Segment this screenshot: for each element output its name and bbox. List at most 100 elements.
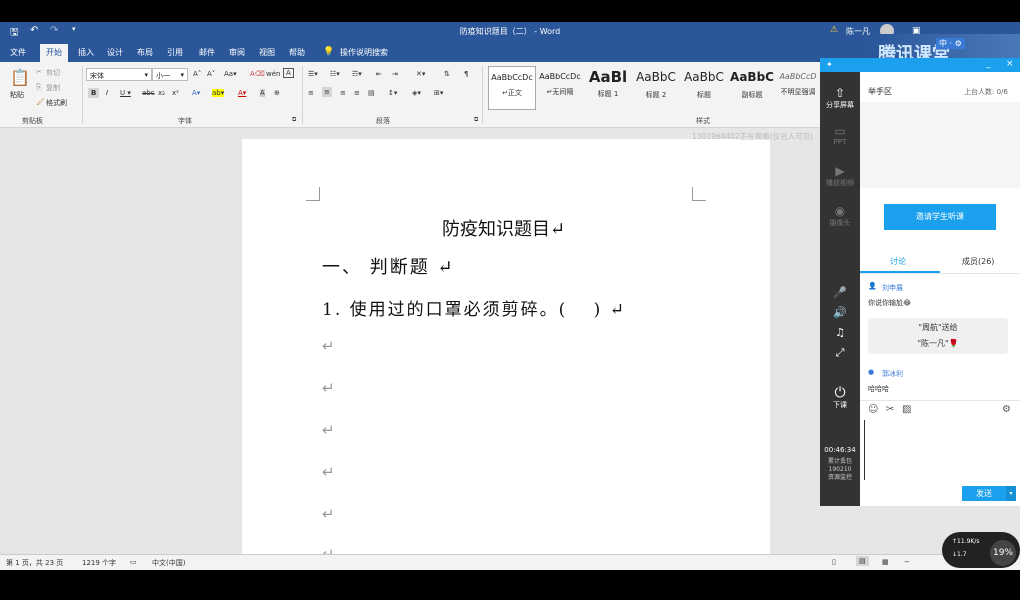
tab-review[interactable]: 审阅	[229, 47, 245, 58]
tab-home[interactable]: 开始	[40, 44, 68, 62]
phonetic-guide-icon[interactable]: wén	[266, 70, 280, 78]
language[interactable]: 中文(中国)	[152, 558, 185, 568]
paste-icon[interactable]: 📋	[10, 68, 30, 87]
fullscreen-icon[interactable]: ⤢	[820, 346, 860, 360]
ppt-button[interactable]: ▭ PPT	[820, 124, 860, 146]
superscript-button[interactable]: x²	[172, 89, 179, 97]
copy-icon[interactable]: ⎘	[36, 83, 42, 92]
format-painter-button[interactable]: 格式刷	[46, 98, 67, 108]
subscript-button[interactable]: x₂	[158, 89, 165, 97]
tab-mailings[interactable]: 邮件	[199, 47, 215, 58]
clear-format-icon[interactable]: A⌫	[250, 70, 265, 78]
tab-help[interactable]: 帮助	[289, 47, 305, 58]
show-marks-icon[interactable]: ¶	[464, 70, 468, 78]
tab-layout[interactable]: 布局	[137, 47, 153, 58]
crop-mark	[692, 187, 706, 201]
format-painter-icon[interactable]: 🖌	[36, 98, 45, 106]
italic-button[interactable]: I	[106, 89, 108, 97]
download-speed: ↓1.7	[952, 551, 967, 558]
grow-font-icon[interactable]: A˄	[193, 70, 201, 78]
tab-discuss[interactable]: 讨论	[890, 256, 906, 267]
text-effects-icon[interactable]: A▾	[192, 89, 200, 97]
minimize-icon[interactable]: _	[986, 59, 991, 69]
strikethrough-button[interactable]: abc	[142, 89, 155, 97]
settings-icon[interactable]: ⚙	[1002, 404, 1011, 415]
print-layout-icon[interactable]: ▤	[856, 556, 869, 566]
play-video-icon: ▶	[835, 164, 845, 178]
font-dialog-launcher-icon[interactable]: ⧉	[292, 116, 296, 124]
emoji-icon[interactable]: ☺	[868, 404, 878, 415]
bold-button[interactable]: B	[88, 88, 100, 98]
chinese-layout-icon[interactable]: ✕▾	[416, 70, 425, 78]
character-shading-icon[interactable]: A	[260, 89, 265, 97]
align-center-icon[interactable]: ≡	[322, 87, 332, 97]
style-title[interactable]: AaBbC 标题	[680, 66, 728, 110]
web-layout-icon[interactable]: ▦	[882, 558, 889, 566]
tab-references[interactable]: 引用	[167, 47, 183, 58]
end-class-button[interactable]: ⏻ 下课	[820, 386, 860, 410]
increase-indent-icon[interactable]: ⇥	[392, 70, 398, 78]
copy-button[interactable]: 复制	[46, 83, 60, 93]
scissors-icon[interactable]: ✂	[886, 404, 894, 415]
close-icon[interactable]: ×	[1006, 59, 1014, 69]
send-options-icon[interactable]: ▾	[1006, 486, 1016, 501]
align-right-icon[interactable]: ≡	[340, 89, 346, 97]
camera-icon: ◉	[834, 204, 846, 218]
image-icon[interactable]: ▨	[902, 404, 911, 415]
send-button[interactable]: 发送	[962, 486, 1006, 501]
microphone-icon[interactable]: 🎤	[820, 286, 860, 299]
word-count[interactable]: 1219 个字	[82, 558, 116, 568]
tab-insert[interactable]: 插入	[78, 47, 94, 58]
zoom-out-icon[interactable]: −	[904, 558, 910, 566]
read-mode-icon[interactable]: ▯	[832, 558, 836, 566]
font-size-select[interactable]: 小一 ▾	[152, 68, 188, 81]
camera-button[interactable]: ◉ 摄像头	[820, 204, 860, 228]
enclose-characters-icon[interactable]: ⊕	[274, 89, 280, 97]
music-icon[interactable]: ♫	[820, 326, 860, 339]
tab-file[interactable]: 文件	[10, 47, 26, 58]
shading-icon[interactable]: ◈▾	[412, 89, 421, 97]
style-no-spacing[interactable]: AaBbCcDc ↵无间隔	[536, 66, 584, 110]
decrease-indent-icon[interactable]: ⇤	[376, 70, 382, 78]
character-border-icon[interactable]: A	[283, 68, 294, 78]
invite-students-button[interactable]: 邀请学生听课	[884, 204, 996, 230]
paragraph-dialog-launcher-icon[interactable]: ⧉	[474, 116, 478, 124]
paste-button[interactable]: 粘贴	[10, 90, 24, 100]
style-normal[interactable]: AaBbCcDc ↵正文	[488, 66, 536, 110]
font-color-icon[interactable]: A▾	[238, 89, 246, 97]
sort-icon[interactable]: ⇅	[444, 70, 450, 78]
style-heading-1[interactable]: AaBl 标题 1	[584, 66, 632, 110]
style-subtle-emphasis[interactable]: AaBbCcD 不明显强调	[776, 66, 820, 110]
share-screen-button[interactable]: ⇧ 分享屏幕	[820, 86, 860, 110]
menu-icon[interactable]: ✦	[826, 60, 833, 69]
bullets-icon[interactable]: ☰▾	[308, 70, 318, 78]
tab-view[interactable]: 视图	[259, 47, 275, 58]
document-page[interactable]: 防疫知识题目↵ 一、 判断题 ↵ 1. 使用过的口罩必须剪碎。( ) ↵ ↵ ↵…	[242, 139, 770, 563]
shrink-font-icon[interactable]: A˅	[207, 70, 215, 78]
chat-input[interactable]	[864, 420, 1016, 480]
line-spacing-icon[interactable]: ↕▾	[388, 89, 397, 97]
tell-me-search[interactable]: 操作说明搜索	[340, 47, 388, 58]
borders-icon[interactable]: ⊞▾	[434, 89, 443, 97]
speaker-icon[interactable]: 🔊	[820, 306, 860, 319]
cut-button[interactable]: 剪切	[46, 68, 60, 78]
proofing-icon[interactable]: ▭	[130, 558, 137, 566]
tab-members[interactable]: 成员(26)	[962, 256, 994, 267]
clipboard-group-label: 剪贴板	[22, 117, 43, 125]
highlight-icon[interactable]: ab▾	[212, 89, 225, 97]
user-name: 陈一凡	[846, 27, 870, 36]
tab-design[interactable]: 设计	[107, 47, 123, 58]
play-video-button[interactable]: ▶ 播放视频	[820, 164, 860, 188]
style-subtitle[interactable]: AaBbC 副标题	[728, 66, 776, 110]
change-case-icon[interactable]: Aa▾	[224, 70, 237, 78]
multilevel-list-icon[interactable]: ☶▾	[352, 70, 362, 78]
style-heading-2[interactable]: AaBbC 标题 2	[632, 66, 680, 110]
justify-icon[interactable]: ≡	[354, 89, 360, 97]
numbering-icon[interactable]: ☷▾	[330, 70, 340, 78]
font-name-select[interactable]: 宋体 ▾	[86, 68, 152, 81]
cut-icon[interactable]: ✂	[36, 68, 42, 76]
distributed-icon[interactable]: ▤	[368, 89, 375, 97]
page-count[interactable]: 第 1 页，共 23 页	[6, 558, 63, 568]
underline-button[interactable]: U ▾	[120, 89, 131, 97]
align-left-icon[interactable]: ≡	[308, 89, 314, 97]
